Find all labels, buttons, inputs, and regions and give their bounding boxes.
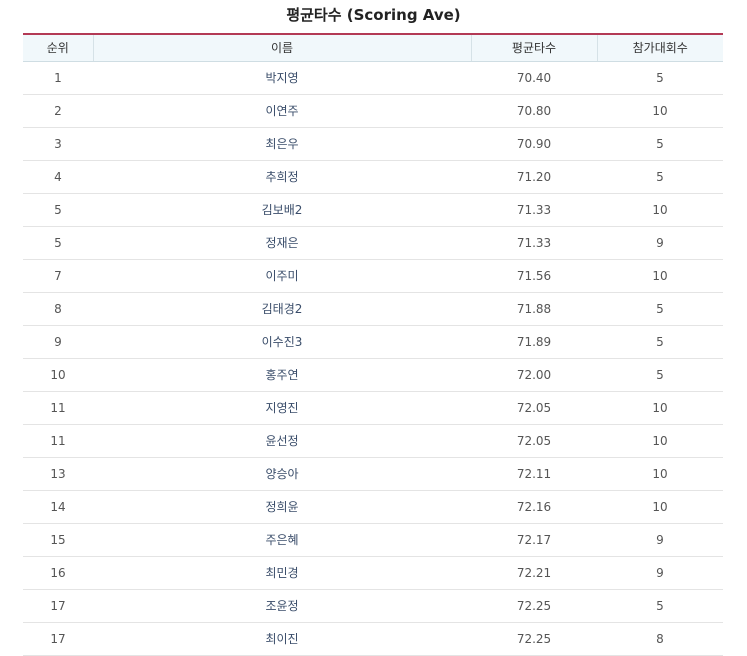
rank-cell: 5 bbox=[23, 193, 93, 227]
scoring-average-cell: 72.05 bbox=[471, 424, 597, 458]
events-played-cell: 10 bbox=[597, 193, 723, 227]
events-played-cell: 5 bbox=[597, 61, 723, 95]
events-played-cell: 5 bbox=[597, 325, 723, 359]
scoring-average-cell: 71.33 bbox=[471, 193, 597, 227]
rank-cell: 4 bbox=[23, 160, 93, 194]
events-played-cell: 9 bbox=[597, 556, 723, 590]
scoring-average-cell: 72.25 bbox=[471, 622, 597, 656]
scoring-average-cell: 71.88 bbox=[471, 292, 597, 326]
player-name-link[interactable]: 윤선정 bbox=[93, 424, 471, 458]
rank-cell: 1 bbox=[23, 61, 93, 95]
rank-cell: 15 bbox=[23, 523, 93, 557]
table-row: 7 이주미 71.56 10 bbox=[23, 259, 723, 293]
scoring-average-cell: 72.25 bbox=[471, 589, 597, 623]
player-name-link[interactable]: 박지영 bbox=[93, 61, 471, 95]
events-played-cell: 10 bbox=[597, 391, 723, 425]
scoring-average-cell: 71.56 bbox=[471, 259, 597, 293]
table-row: 15 주은혜 72.17 9 bbox=[23, 523, 723, 557]
column-header-name: 이름 bbox=[92, 33, 471, 62]
scoring-average-cell: 72.17 bbox=[471, 523, 597, 557]
player-name-link[interactable]: 이수진3 bbox=[93, 325, 471, 359]
scoring-average-cell: 72.16 bbox=[471, 490, 597, 524]
events-played-cell: 5 bbox=[597, 160, 723, 194]
events-played-cell: 5 bbox=[597, 358, 723, 392]
rank-cell: 11 bbox=[23, 424, 93, 458]
events-played-cell: 9 bbox=[597, 226, 723, 260]
events-played-cell: 5 bbox=[597, 292, 723, 326]
column-header-average: 평균타수 bbox=[470, 33, 597, 62]
table-body: 1 박지영 70.40 5 2 이연주 70.80 10 3 최은우 70.90 5 4 추희정 71.20… bbox=[23, 61, 723, 656]
rank-cell: 3 bbox=[23, 127, 93, 161]
player-name-link[interactable]: 주은혜 bbox=[93, 523, 471, 557]
scoring-average-cell: 72.11 bbox=[471, 457, 597, 491]
table-row: 4 추희정 71.20 5 bbox=[23, 160, 723, 194]
player-name-link[interactable]: 김태경2 bbox=[93, 292, 471, 326]
rank-cell: 11 bbox=[23, 391, 93, 425]
events-played-cell: 10 bbox=[597, 259, 723, 293]
scoring-average-table: 순위 이름 평균타수 참가대회수 1 박지영 70.40 5 2 이연주 70.80 10 3 최… bbox=[23, 33, 723, 656]
table-row: 2 이연주 70.80 10 bbox=[23, 94, 723, 128]
player-name-link[interactable]: 이연주 bbox=[93, 94, 471, 128]
rank-cell: 16 bbox=[23, 556, 93, 590]
player-name-link[interactable]: 조윤정 bbox=[93, 589, 471, 623]
table-row: 11 지영진 72.05 10 bbox=[23, 391, 723, 425]
column-header-events: 참가대회수 bbox=[596, 33, 723, 62]
player-name-link[interactable]: 정희윤 bbox=[93, 490, 471, 524]
rank-cell: 8 bbox=[23, 292, 93, 326]
table-row: 5 정재은 71.33 9 bbox=[23, 226, 723, 260]
events-played-cell: 5 bbox=[597, 127, 723, 161]
player-name-link[interactable]: 지영진 bbox=[93, 391, 471, 425]
table-row: 10 홍주연 72.00 5 bbox=[23, 358, 723, 392]
scoring-average-cell: 72.21 bbox=[471, 556, 597, 590]
player-name-link[interactable]: 홍주연 bbox=[93, 358, 471, 392]
player-name-link[interactable]: 추희정 bbox=[93, 160, 471, 194]
player-name-link[interactable]: 최이진 bbox=[93, 622, 471, 656]
player-name-link[interactable]: 김보배2 bbox=[93, 193, 471, 227]
player-name-link[interactable]: 정재은 bbox=[93, 226, 471, 260]
column-header-rank: 순위 bbox=[23, 33, 93, 62]
scoring-average-cell: 72.00 bbox=[471, 358, 597, 392]
page-title: 평균타수 (Scoring Ave) bbox=[286, 6, 461, 24]
events-played-cell: 9 bbox=[597, 523, 723, 557]
table-row: 11 윤선정 72.05 10 bbox=[23, 424, 723, 458]
rank-cell: 9 bbox=[23, 325, 93, 359]
rank-cell: 17 bbox=[23, 589, 93, 623]
table-row: 5 김보배2 71.33 10 bbox=[23, 193, 723, 227]
events-played-cell: 10 bbox=[597, 424, 723, 458]
scoring-average-cell: 71.33 bbox=[471, 226, 597, 260]
table-row: 17 조윤정 72.25 5 bbox=[23, 589, 723, 623]
rank-cell: 14 bbox=[23, 490, 93, 524]
table-row: 9 이수진3 71.89 5 bbox=[23, 325, 723, 359]
table-row: 8 김태경2 71.88 5 bbox=[23, 292, 723, 326]
player-name-link[interactable]: 최은우 bbox=[93, 127, 471, 161]
events-played-cell: 5 bbox=[597, 589, 723, 623]
events-played-cell: 8 bbox=[597, 622, 723, 656]
rank-cell: 13 bbox=[23, 457, 93, 491]
table-row: 17 최이진 72.25 8 bbox=[23, 622, 723, 656]
rank-cell: 10 bbox=[23, 358, 93, 392]
rank-cell: 17 bbox=[23, 622, 93, 656]
rank-cell: 5 bbox=[23, 226, 93, 260]
player-name-link[interactable]: 양승아 bbox=[93, 457, 471, 491]
table-header-row: 순위 이름 평균타수 참가대회수 bbox=[23, 33, 723, 62]
scoring-average-cell: 72.05 bbox=[471, 391, 597, 425]
table-row: 13 양승아 72.11 10 bbox=[23, 457, 723, 491]
table-row: 1 박지영 70.40 5 bbox=[23, 61, 723, 95]
rank-cell: 2 bbox=[23, 94, 93, 128]
player-name-link[interactable]: 최민경 bbox=[93, 556, 471, 590]
events-played-cell: 10 bbox=[597, 94, 723, 128]
scoring-average-cell: 70.90 bbox=[471, 127, 597, 161]
table-row: 16 최민경 72.21 9 bbox=[23, 556, 723, 590]
table-row: 3 최은우 70.90 5 bbox=[23, 127, 723, 161]
rank-cell: 7 bbox=[23, 259, 93, 293]
scoring-average-cell: 71.89 bbox=[471, 325, 597, 359]
scoring-average-cell: 71.20 bbox=[471, 160, 597, 194]
events-played-cell: 10 bbox=[597, 457, 723, 491]
events-played-cell: 10 bbox=[597, 490, 723, 524]
scoring-average-cell: 70.80 bbox=[471, 94, 597, 128]
scoring-average-cell: 70.40 bbox=[471, 61, 597, 95]
table-row: 14 정희윤 72.16 10 bbox=[23, 490, 723, 524]
player-name-link[interactable]: 이주미 bbox=[93, 259, 471, 293]
